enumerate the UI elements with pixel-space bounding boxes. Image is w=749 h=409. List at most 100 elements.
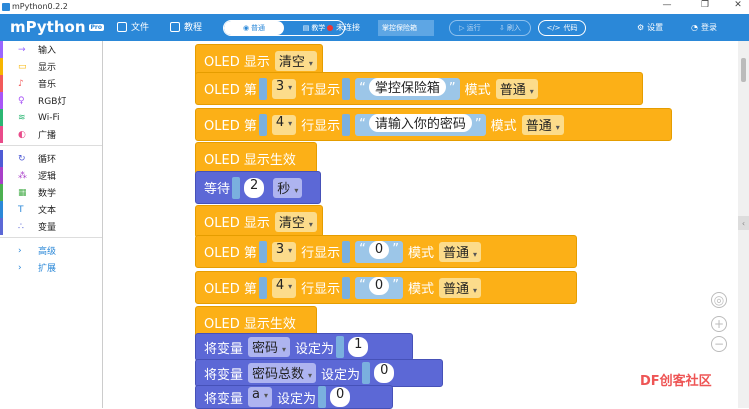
value-input[interactable]: 1 — [348, 337, 369, 357]
recenter-icon[interactable]: ◎ — [711, 292, 727, 308]
mode-dropdown[interactable]: 普通 — [521, 114, 564, 135]
line-dropdown[interactable]: 4 — [271, 277, 297, 298]
var-dropdown[interactable]: 密码总数 — [248, 363, 317, 383]
category-item[interactable]: ▭ 显示 — [0, 58, 102, 75]
category-color-bar — [0, 167, 3, 184]
line-dropdown[interactable]: 4 — [271, 114, 297, 135]
category-icon: ◐ — [18, 129, 26, 140]
code-button[interactable]: </> 代码 — [538, 20, 586, 36]
block-set-var-1[interactable]: 将变量密码设定为1 — [195, 333, 413, 361]
category-label: 逻辑 — [38, 172, 57, 182]
mode-dropdown[interactable]: 普通 — [438, 241, 481, 262]
category-item[interactable]: ♪ 音乐 — [0, 75, 102, 92]
category-icon: ≋ — [18, 112, 26, 123]
code-icon: </> — [546, 24, 561, 32]
block-wait[interactable]: 等待 2 秒 — [195, 171, 321, 204]
category-icon: ⁂ — [18, 170, 27, 181]
category-label: 音乐 — [38, 80, 57, 90]
block-oled-line-4[interactable]: OLED 第4 行显示 “0” 模式普通 — [195, 271, 577, 304]
category-label: 文本 — [38, 206, 57, 216]
var-dropdown[interactable]: 密码 — [248, 337, 291, 357]
collapse-panel-button[interactable]: ‹ — [738, 216, 749, 230]
category-label: RGB灯 — [38, 97, 67, 107]
string-block[interactable]: “0” — [355, 240, 403, 263]
file-button[interactable]: 文件 — [117, 20, 149, 33]
tutorial-button[interactable]: 教程 — [170, 20, 202, 33]
block-set-var-2[interactable]: 将变量密码总数设定为0 — [195, 359, 443, 387]
block-oled-line-2[interactable]: OLED 第4 行显示 “请输入你的密码” 模式普通 — [195, 108, 672, 141]
string-block[interactable]: “请输入你的密码” — [355, 113, 486, 136]
chevron-right-icon: › — [18, 245, 22, 256]
category-item[interactable]: ♀ RGB灯 — [0, 92, 102, 109]
var-dropdown[interactable]: a — [248, 387, 272, 407]
string-block[interactable]: “掌控保险箱” — [355, 77, 460, 100]
value-input[interactable]: 0 — [330, 387, 351, 407]
category-item[interactable]: ◐ 广播 — [0, 126, 102, 143]
mode-dropdown[interactable]: 普通 — [438, 277, 481, 298]
clear-dropdown[interactable]: 清空 — [274, 211, 317, 232]
category-color-bar — [0, 109, 3, 126]
title-bar: mPython0.2.2 — ❐ ✕ — [0, 0, 749, 14]
block-oled-clear-2[interactable]: OLED 显示 清空 — [195, 205, 323, 238]
status-dot-icon — [327, 24, 333, 31]
string-block[interactable]: “0” — [355, 276, 403, 299]
category-label: 数学 — [38, 189, 57, 199]
category-item[interactable]: T 文本 — [0, 201, 102, 218]
category-label: 显示 — [38, 63, 57, 73]
scrollbar-thumb[interactable] — [741, 58, 746, 82]
run-flash-group: ▷ 运行 ⇩ 刷入 — [449, 20, 531, 36]
toolbar: mPython Pro 文件 教程 ◉ 普通 ▤ 教学 未连接 掌控保险箱 ▷ 运行 … — [0, 14, 749, 41]
category-item[interactable]: ↻ 循环 — [0, 150, 102, 167]
zoom-out-icon[interactable]: − — [711, 336, 727, 352]
book-icon — [170, 21, 180, 32]
zoom-in-icon[interactable]: + — [711, 316, 727, 332]
mode-normal-tab[interactable]: ◉ 普通 — [224, 21, 284, 35]
category-extend[interactable]: › 扩展 — [0, 259, 102, 276]
close-button[interactable]: ✕ — [728, 0, 748, 10]
category-icon: ↻ — [18, 153, 26, 164]
category-item[interactable]: ∴ 变量 — [0, 218, 102, 235]
category-label: Wi-Fi — [38, 112, 60, 123]
block-oled-line-1[interactable]: OLED 第3 行显示 “掌控保险箱” 模式普通 — [195, 72, 643, 105]
line-dropdown[interactable]: 3 — [271, 78, 297, 99]
wait-value-input[interactable]: 2 — [244, 177, 265, 198]
app-logo: mPython Pro — [10, 18, 104, 36]
category-item[interactable]: → 输入 — [0, 41, 102, 58]
maximize-button[interactable]: ❐ — [695, 0, 715, 10]
clear-dropdown[interactable]: 清空 — [274, 50, 317, 71]
minimize-button[interactable]: — — [657, 0, 677, 10]
category-item[interactable]: ⁂ 逻辑 — [0, 167, 102, 184]
category-item[interactable]: ≋ Wi-Fi — [0, 109, 102, 126]
palette-icon: ◉ — [242, 24, 250, 32]
teach-icon: ▤ — [302, 24, 310, 32]
category-color-bar — [0, 92, 3, 109]
flash-button[interactable]: ⇩ 刷入 — [499, 23, 521, 33]
file-icon — [117, 21, 127, 32]
watermark: DF创客社区 — [640, 374, 712, 389]
category-label: 变量 — [38, 223, 57, 233]
line-dropdown[interactable]: 3 — [271, 241, 297, 262]
block-set-var-3[interactable]: 将变量a设定为0 — [195, 385, 393, 409]
gear-icon: ⚙ — [637, 23, 645, 32]
category-icon: → — [18, 44, 26, 55]
category-color-bar — [0, 201, 3, 218]
settings-button[interactable]: ⚙ 设置 — [637, 22, 663, 33]
block-oled-line-3[interactable]: OLED 第3 行显示 “0” 模式普通 — [195, 235, 577, 268]
run-button[interactable]: ▷ 运行 — [459, 23, 481, 33]
category-item[interactable]: ▦ 数学 — [0, 184, 102, 201]
window-title: mPython0.2.2 — [12, 2, 68, 11]
unit-dropdown[interactable]: 秒 — [273, 177, 303, 198]
connection-status[interactable]: 未连接 — [327, 22, 360, 33]
category-icon: T — [18, 204, 24, 215]
filename-input[interactable]: 掌控保险箱 — [378, 20, 434, 36]
category-color-bar — [0, 150, 3, 167]
category-color-bar — [0, 58, 3, 75]
category-color-bar — [0, 41, 3, 58]
mode-dropdown[interactable]: 普通 — [495, 78, 538, 99]
category-icon: ▭ — [18, 61, 27, 72]
value-input[interactable]: 0 — [374, 363, 395, 383]
user-icon: ◔ — [691, 23, 698, 32]
login-button[interactable]: ◔ 登录 — [691, 22, 717, 33]
category-advanced[interactable]: › 高级 — [0, 242, 102, 259]
category-icon: ∴ — [18, 221, 24, 232]
